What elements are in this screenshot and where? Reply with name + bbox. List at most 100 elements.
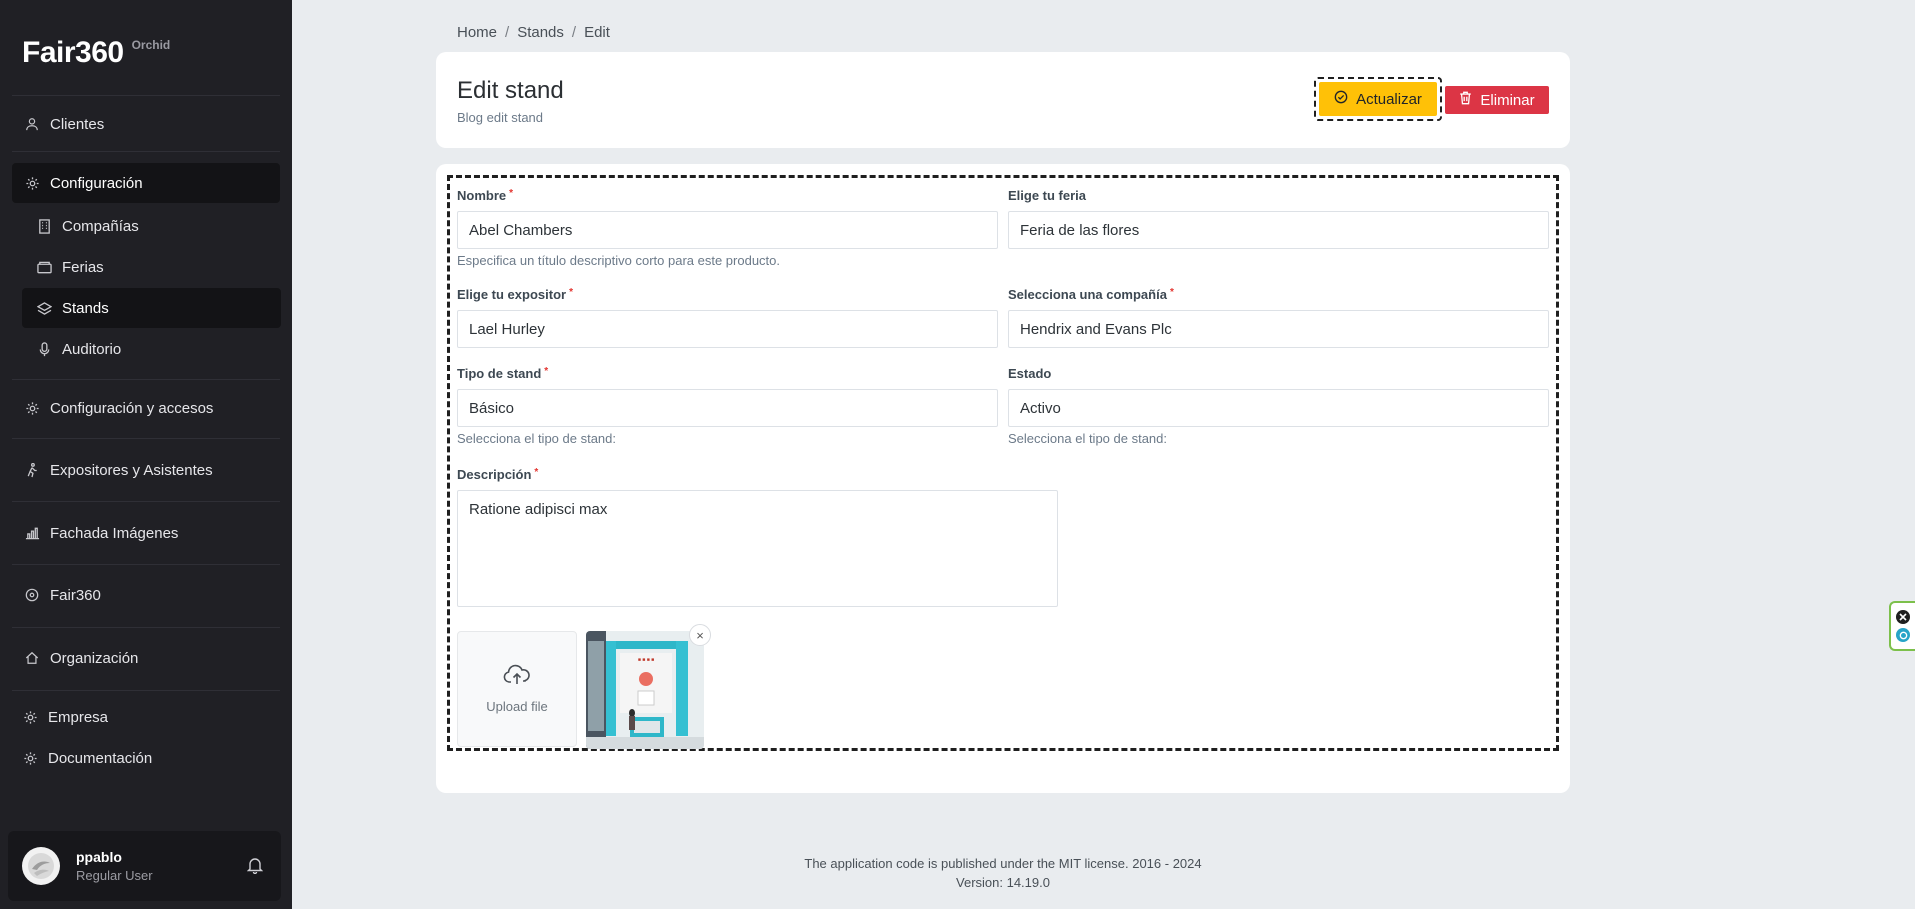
- sidebar-item-fair360[interactable]: Fair360: [12, 575, 280, 615]
- page-subtitle: Blog edit stand: [457, 110, 544, 125]
- sidebar-item-documentacion[interactable]: Documentación: [10, 738, 278, 778]
- required-mark: *: [509, 188, 514, 199]
- home-icon: [24, 650, 40, 666]
- sidebar-item-label: Clientes: [50, 115, 105, 133]
- required-mark: *: [544, 366, 549, 377]
- gear-icon: [24, 175, 40, 191]
- extension-logo-icon[interactable]: [1896, 628, 1910, 642]
- svg-text:■ ■ ■ ■: ■ ■ ■ ■: [638, 657, 654, 663]
- footer-version: Version: 14.19.0: [956, 875, 1050, 890]
- required-mark: *: [569, 287, 573, 298]
- estado-select[interactable]: Activo: [1008, 389, 1549, 427]
- stand-image-thumbnail[interactable]: ■ ■ ■ ■: [586, 631, 704, 749]
- bar-chart-icon: [24, 525, 40, 541]
- breadcrumb-separator: /: [571, 24, 577, 41]
- user-profile-card[interactable]: ppablo Regular User: [8, 831, 281, 901]
- layers-icon: [36, 300, 52, 316]
- estado-help: Selecciona el tipo de stand:: [1008, 431, 1167, 446]
- sidebar-item-auditorio[interactable]: Auditorio: [22, 329, 281, 369]
- sidebar-item-expositores-asistentes[interactable]: Expositores y Asistentes: [12, 450, 280, 490]
- sidebar-item-fachada-imagenes[interactable]: Fachada Imágenes: [12, 513, 280, 553]
- sidebar-item-label: Auditorio: [62, 340, 122, 358]
- check-circle-icon: [1334, 90, 1348, 108]
- update-button-label: Actualizar: [1356, 90, 1422, 108]
- sidebar-item-label: Compañías: [62, 217, 139, 235]
- wallet-icon: [36, 259, 52, 275]
- breadcrumb-home[interactable]: Home: [457, 24, 497, 41]
- compania-select[interactable]: Hendrix and Evans Plc: [1008, 310, 1549, 348]
- sidebar-item-label: Ferias: [62, 258, 104, 276]
- sidebar-divider: [12, 564, 280, 565]
- sidebar-divider: [12, 627, 280, 628]
- breadcrumb-stands[interactable]: Stands: [517, 24, 564, 41]
- tipo-stand-help: Selecciona el tipo de stand:: [457, 431, 616, 446]
- gear-icon: [24, 400, 40, 416]
- descripcion-label: Descripción *: [457, 467, 539, 482]
- breadcrumb: Home / Stands / Edit: [457, 24, 610, 41]
- sidebar-item-label: Configuración y accesos: [50, 399, 214, 417]
- brand-tag: Orchid: [131, 38, 171, 52]
- delete-button-label: Eliminar: [1480, 91, 1535, 109]
- sidebar-divider: [12, 501, 280, 502]
- descripcion-textarea[interactable]: Ratione adipisci max: [457, 490, 1058, 607]
- sidebar-item-label: Configuración: [50, 174, 143, 192]
- required-mark: *: [534, 467, 539, 478]
- sidebar-item-label: Stands: [62, 299, 109, 317]
- feria-label: Elige tu feria: [1008, 188, 1087, 203]
- sidebar-divider: [12, 95, 280, 96]
- trash-icon: [1459, 91, 1472, 109]
- walking-person-icon: [24, 462, 40, 478]
- circle-icon: [24, 587, 40, 603]
- required-mark: *: [1169, 287, 1174, 298]
- sidebar-item-label: Fachada Imágenes: [50, 524, 179, 542]
- sidebar-item-organizacion[interactable]: Organización: [12, 638, 280, 678]
- feria-select[interactable]: Feria de las flores: [1008, 211, 1549, 249]
- nombre-label: Nombre *: [457, 188, 514, 203]
- footer: The application code is published under …: [436, 854, 1570, 892]
- bell-icon[interactable]: [246, 856, 267, 876]
- tipo-stand-select[interactable]: Básico: [457, 389, 998, 427]
- form-card: Nombre * Abel Chambers Especifica un títu…: [436, 164, 1570, 793]
- microphone-icon: [36, 341, 52, 357]
- browser-extension-tab[interactable]: [1889, 601, 1915, 651]
- building-icon: [36, 218, 52, 234]
- sidebar-item-ferias[interactable]: Ferias: [22, 247, 281, 287]
- close-icon[interactable]: [1896, 610, 1910, 624]
- avatar: [22, 847, 60, 885]
- sidebar-item-label: Documentación: [48, 749, 153, 767]
- estado-label: Estado: [1008, 366, 1052, 381]
- upload-file-button[interactable]: Upload file: [457, 631, 577, 747]
- cloud-upload-icon: [503, 664, 531, 691]
- sidebar-item-configuracion[interactable]: Configuración: [12, 163, 280, 203]
- page-title: Edit stand: [457, 77, 564, 104]
- breadcrumb-separator: /: [505, 24, 510, 41]
- sidebar-item-label: Empresa: [48, 708, 109, 726]
- update-button[interactable]: Actualizar: [1319, 82, 1437, 116]
- gear-icon: [22, 750, 38, 766]
- expositor-label: Elige tu expositor *: [457, 287, 573, 302]
- sidebar-item-stands[interactable]: Stands: [22, 288, 281, 328]
- person-icon: [24, 116, 40, 132]
- update-button-focus-ring: Actualizar: [1314, 77, 1442, 121]
- sidebar: Fair360 Orchid Clientes Configuración Co…: [0, 0, 292, 909]
- user-name: ppablo: [76, 849, 122, 865]
- sidebar-divider: [12, 379, 280, 380]
- nombre-input[interactable]: Abel Chambers: [457, 211, 998, 249]
- sidebar-item-clientes[interactable]: Clientes: [12, 104, 280, 144]
- sidebar-item-label: Organización: [50, 649, 139, 667]
- brand-logo[interactable]: Fair360 Orchid: [22, 36, 170, 70]
- expositor-select[interactable]: Lael Hurley: [457, 310, 998, 348]
- compania-label: Selecciona una compañía *: [1008, 287, 1174, 302]
- sidebar-divider: [12, 438, 280, 439]
- sidebar-item-empresa[interactable]: Empresa: [10, 697, 278, 737]
- delete-button[interactable]: Eliminar: [1445, 86, 1549, 114]
- breadcrumb-edit: Edit: [584, 24, 610, 41]
- remove-image-button[interactable]: ×: [689, 624, 711, 646]
- nombre-help: Especifica un título descriptivo corto p…: [457, 253, 781, 268]
- sidebar-item-label: Fair360: [50, 586, 101, 604]
- sidebar-item-configuracion-accesos[interactable]: Configuración y accesos: [12, 388, 280, 428]
- brand-name: Fair360: [22, 36, 124, 69]
- sidebar-item-label: Expositores y Asistentes: [50, 461, 213, 479]
- sidebar-item-companias[interactable]: Compañías: [22, 206, 281, 246]
- sidebar-divider: [12, 151, 280, 152]
